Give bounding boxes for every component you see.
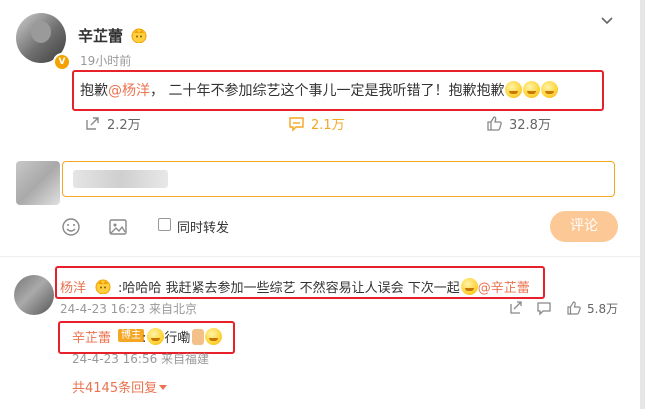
repost-icon [86, 117, 99, 130]
chevron-down-icon[interactable] [600, 16, 614, 26]
comment-timestamp: 24-4-23 16:23 来自北京 [60, 302, 198, 316]
like-button[interactable]: 32.8万 [486, 114, 551, 133]
crown-icon [131, 28, 147, 43]
share-icon[interactable] [508, 300, 524, 316]
like-count: 32.8万 [509, 118, 551, 133]
scrollbar[interactable] [640, 0, 645, 409]
also-repost-checkbox[interactable] [158, 218, 171, 231]
highlight-box-post [72, 70, 604, 111]
post-author-name[interactable]: 辛芷蕾 [78, 25, 123, 46]
reply-timestamp: 24-4-23 16:56 来自福建 [72, 352, 210, 366]
post-timestamp: 19小时前 [80, 54, 132, 68]
reply-icon[interactable] [536, 300, 552, 316]
highlight-box-comment [55, 266, 545, 299]
more-replies-label: 共4145条回复 [72, 381, 158, 396]
current-user-avatar [16, 161, 60, 205]
emoji-picker-icon[interactable] [61, 217, 81, 237]
divider [0, 256, 640, 257]
comment-like-count: 5.8万 [587, 302, 619, 316]
thumbs-up-icon[interactable] [566, 300, 582, 316]
caret-down-icon [159, 385, 168, 390]
weibo-post-card: V 辛芷蕾 19小时前 抱歉@杨洋， 二十年不参加综艺这个事儿一定是我听错了！抱… [0, 0, 640, 409]
more-replies-link[interactable]: 共4145条回复 [72, 377, 168, 396]
image-upload-icon[interactable] [108, 217, 128, 237]
submit-comment-button[interactable]: 评论 [550, 211, 618, 242]
commenter-avatar[interactable] [14, 275, 54, 315]
repost-count: 2.2万 [107, 118, 141, 133]
comment-count: 2.1万 [311, 118, 345, 133]
repost-button[interactable]: 2.2万 [84, 114, 141, 133]
also-repost-label: 同时转发 [177, 221, 230, 236]
comment-input[interactable] [62, 161, 615, 197]
verified-badge-icon: V [53, 53, 71, 71]
comment-icon [289, 117, 304, 132]
comment-button[interactable]: 2.1万 [288, 114, 345, 133]
thumbs-up-icon [487, 116, 502, 131]
